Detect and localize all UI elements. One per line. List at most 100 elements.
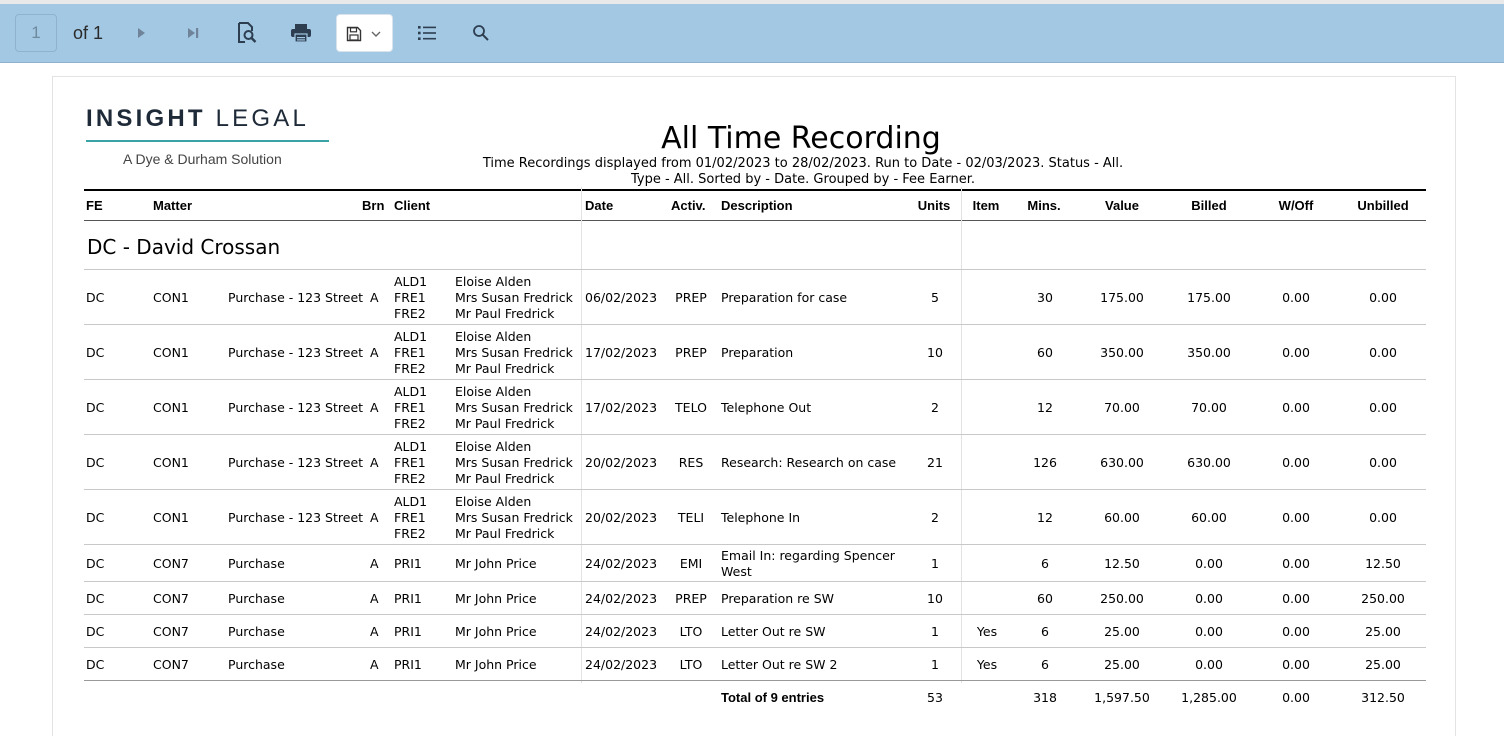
table-row[interactable]: DC CON1 Purchase - 123 Street A ALD1 FRE…	[53, 490, 1457, 545]
cell-value: 250.00	[1100, 591, 1144, 606]
cell-activity: EMI	[679, 556, 703, 571]
last-page-button[interactable]	[180, 20, 206, 46]
cell-fe: DC	[86, 591, 105, 606]
table-row[interactable]: DC CON1 Purchase - 123 Street A ALD1 FRE…	[53, 380, 1457, 435]
table-row[interactable]: DC CON7 Purchase A PRI1 Mr John Price 24…	[53, 545, 1457, 582]
total-woff: 0.00	[1282, 690, 1310, 705]
cell-woff: 0.00	[1282, 455, 1310, 470]
cell-client-code: FRE1	[394, 510, 426, 525]
table-row[interactable]: DC CON7 Purchase A PRI1 Mr John Price 24…	[53, 648, 1457, 681]
table-row[interactable]: DC CON1 Purchase - 123 Street A ALD1 FRE…	[53, 325, 1457, 380]
cell-unbilled: 0.00	[1369, 510, 1397, 525]
cell-description: Email In: regarding Spencer West	[721, 548, 895, 579]
cell-client-code: ALD1	[394, 494, 428, 509]
table-row[interactable]: DC CON1 Purchase - 123 Street A ALD1 FRE…	[53, 270, 1457, 325]
col-header-client: Client	[394, 198, 431, 213]
page-number-input[interactable]: 1	[15, 14, 57, 52]
save-dropdown-button[interactable]	[336, 14, 393, 52]
cell-client-code: PRI1	[394, 556, 422, 571]
cell-units: 5	[931, 290, 939, 305]
cell-woff: 0.00	[1282, 400, 1310, 415]
cell-woff: 0.00	[1282, 591, 1310, 606]
cell-matter: CON7	[153, 591, 189, 606]
cell-value: 350.00	[1100, 345, 1144, 360]
cell-mins: 6	[1041, 624, 1049, 639]
cell-units: 1	[931, 624, 939, 639]
cell-woff: 0.00	[1282, 290, 1310, 305]
cell-matter-description: Purchase	[228, 624, 285, 639]
cell-matter-description: Purchase - 123 Street	[228, 345, 364, 360]
cell-billed: 175.00	[1187, 290, 1231, 305]
cell-value: 630.00	[1100, 455, 1144, 470]
cell-client-code: FRE1	[394, 455, 426, 470]
cell-mins: 6	[1041, 657, 1049, 672]
cell-unbilled: 25.00	[1365, 624, 1401, 639]
document-map-button[interactable]	[414, 20, 440, 46]
cell-matter: CON1	[153, 345, 189, 360]
document-map-icon	[418, 26, 436, 40]
cell-value: 25.00	[1104, 624, 1140, 639]
total-billed: 1,285.00	[1181, 690, 1237, 705]
cell-matter: CON1	[153, 510, 189, 525]
col-header-description: Description	[721, 198, 793, 213]
cell-client-name: Mr John Price	[455, 556, 537, 571]
cell-client-name: Mr Paul Fredrick	[455, 361, 555, 376]
cell-date: 06/02/2023	[585, 290, 658, 305]
cell-activity: LTO	[679, 657, 703, 672]
cell-brn: A	[370, 510, 379, 525]
total-unbilled: 312.50	[1361, 690, 1405, 705]
cell-matter: CON7	[153, 624, 189, 639]
cell-client-code: FRE1	[394, 400, 426, 415]
cell-client-name: Eloise Alden	[455, 329, 532, 344]
cell-client-code: PRI1	[394, 591, 422, 606]
cell-client-code: ALD1	[394, 329, 428, 344]
cell-unbilled: 0.00	[1369, 400, 1397, 415]
cell-client-code: FRE2	[394, 361, 426, 376]
print-icon	[291, 24, 311, 43]
cell-client-code: ALD1	[394, 384, 428, 399]
cell-woff: 0.00	[1282, 510, 1310, 525]
cell-date: 24/02/2023	[585, 624, 658, 639]
cell-client-name: Eloise Alden	[455, 274, 532, 289]
cell-value: 60.00	[1104, 510, 1140, 525]
cell-activity: PREP	[675, 345, 707, 360]
cell-item: Yes	[976, 624, 998, 639]
cell-client-name: Mr Paul Fredrick	[455, 526, 555, 541]
report-viewer[interactable]: INSIGHT LEGAL A Dye & Durham Solution Al…	[0, 63, 1504, 737]
next-page-button[interactable]	[128, 20, 154, 46]
cell-description: Research: Research on case	[721, 455, 897, 470]
total-rule	[84, 680, 1426, 681]
cell-date: 20/02/2023	[585, 510, 658, 525]
total-mins: 318	[1033, 690, 1057, 705]
col-header-value: Value	[1105, 198, 1139, 213]
table-row[interactable]: DC CON7 Purchase A PRI1 Mr John Price 24…	[53, 615, 1457, 648]
find-in-document-button[interactable]	[234, 20, 260, 46]
cell-matter-description: Purchase	[228, 556, 285, 571]
cell-client-code: FRE1	[394, 345, 426, 360]
col-header-unbilled: Unbilled	[1357, 198, 1409, 213]
cell-description: Letter Out re SW	[721, 624, 826, 639]
cell-client-code: FRE1	[394, 290, 426, 305]
cell-date: 24/02/2023	[585, 556, 658, 571]
cell-matter: CON1	[153, 290, 189, 305]
cell-unbilled: 0.00	[1369, 290, 1397, 305]
cell-fe: DC	[86, 345, 105, 360]
cell-woff: 0.00	[1282, 345, 1310, 360]
cell-activity: LTO	[679, 624, 703, 639]
cell-fe: DC	[86, 455, 105, 470]
col-header-mins: Mins.	[1027, 198, 1061, 213]
cell-description: Letter Out re SW 2	[721, 657, 838, 672]
table-row[interactable]: DC CON1 Purchase - 123 Street A ALD1 FRE…	[53, 435, 1457, 490]
cell-woff: 0.00	[1282, 657, 1310, 672]
cell-brn: A	[370, 591, 379, 606]
search-button[interactable]	[468, 20, 494, 46]
cell-value: 175.00	[1100, 290, 1144, 305]
cell-matter-description: Purchase - 123 Street	[228, 290, 364, 305]
table-row[interactable]: DC CON7 Purchase A PRI1 Mr John Price 24…	[53, 582, 1457, 615]
cell-client-name: Mr John Price	[455, 624, 537, 639]
cell-brn: A	[370, 624, 379, 639]
cell-fe: DC	[86, 556, 105, 571]
print-button[interactable]	[288, 20, 314, 46]
cell-client-name: Mr Paul Fredrick	[455, 471, 555, 486]
col-header-matter: Matter	[153, 198, 193, 213]
